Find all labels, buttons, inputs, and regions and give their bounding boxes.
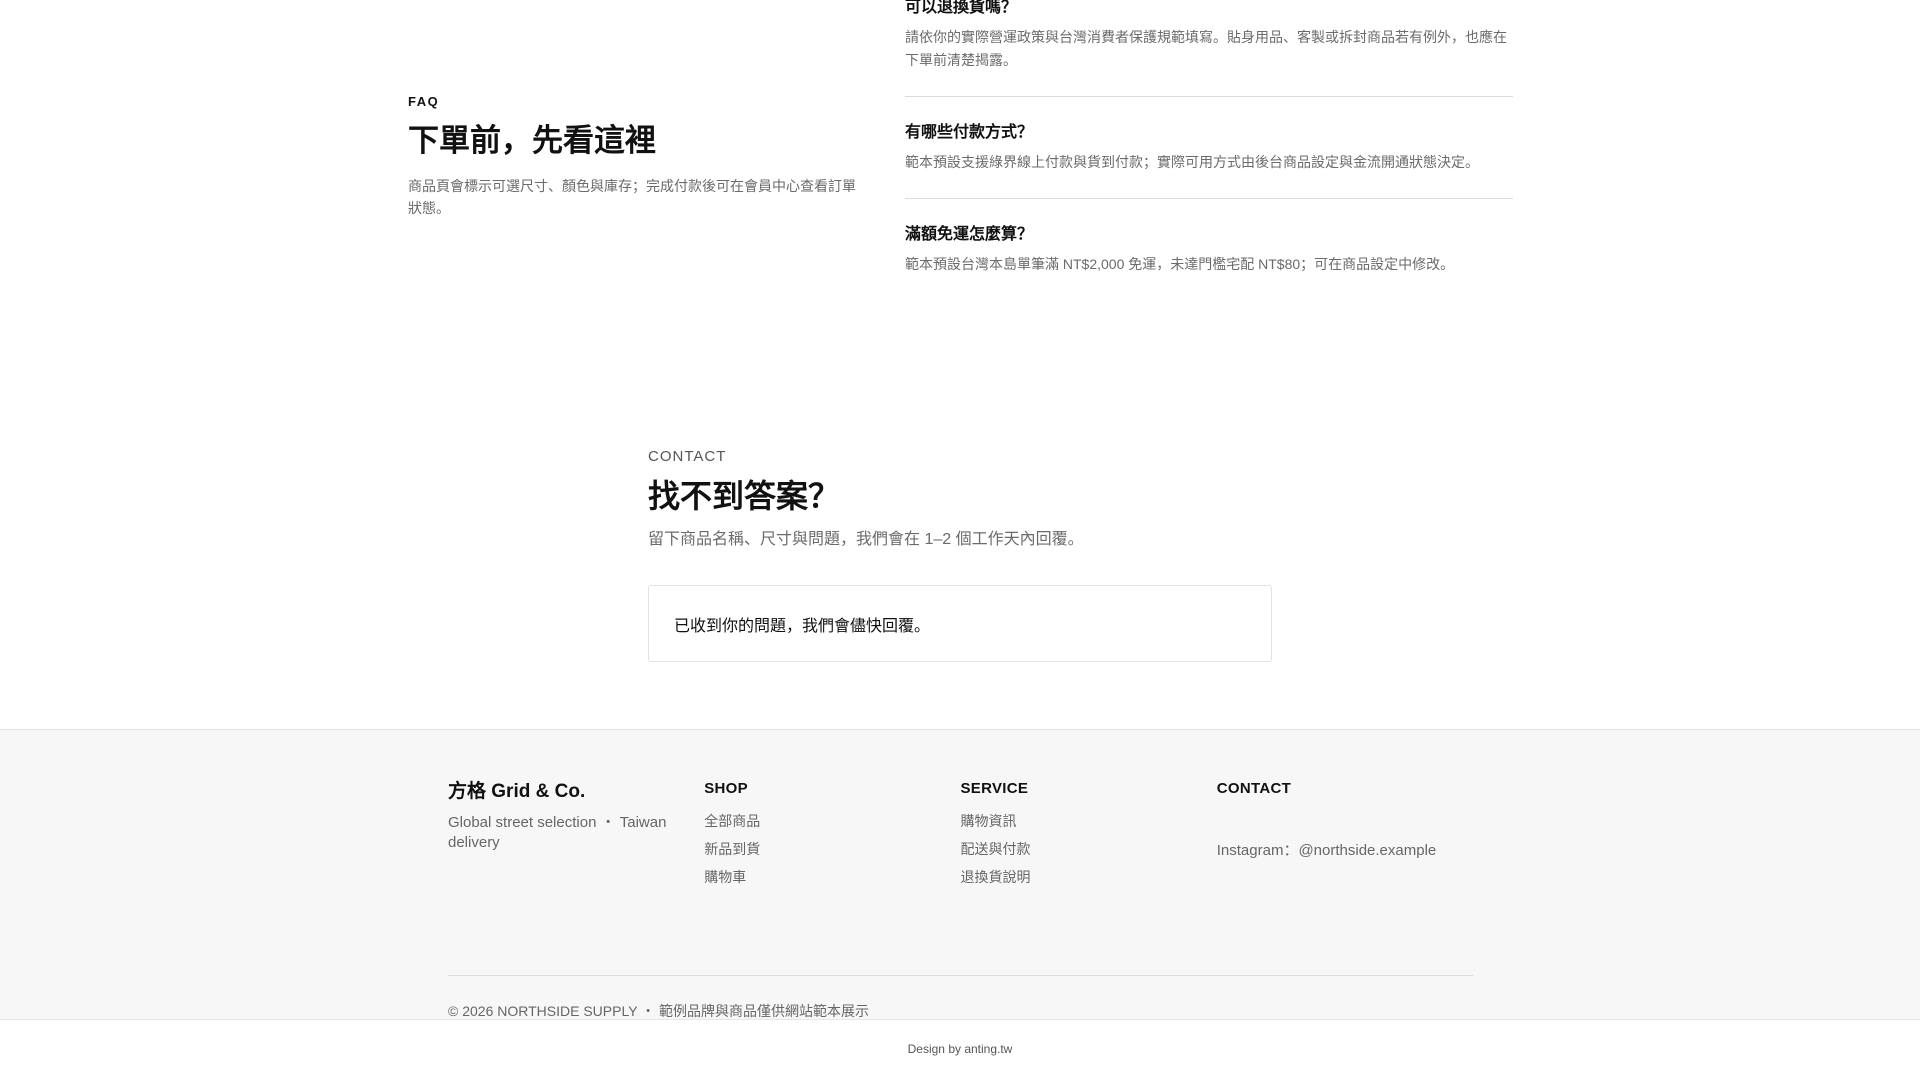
faq-list: 可以退換貨嗎？ 請依你的實際營運政策與台灣消費者保護規範填寫。貼身用品、客製或拆… — [905, 0, 1513, 324]
footer-shop-title: SHOP — [704, 780, 748, 797]
faq-eyebrow: FAQ — [408, 94, 440, 109]
footer-inner: 方格 Grid & Co. Global street selection ・ … — [448, 779, 1473, 1019]
site-footer: 方格 Grid & Co. Global street selection ・ … — [0, 729, 1920, 1019]
faq-item[interactable]: 滿額免運怎麼算？ 範本預設台灣本島單筆滿 NT$2,000 免運，未達門檻宅配 … — [905, 223, 1513, 300]
faq-answer: 範本預設支援綠界線上付款與貨到付款；實際可用方式由後台商品設定與金流開通狀態決定… — [905, 154, 1479, 170]
contact-section: CONTACT 找不到答案？ 留下商品名稱、尺寸與問題，我們會在 1–2 個工作… — [648, 448, 1272, 662]
contact-title: 找不到答案？ — [648, 478, 841, 514]
footer-copyright: © 2026 NORTHSIDE SUPPLY ・ 範例品牌與商品僅供網站範本展… — [448, 1003, 870, 1019]
footer-link-shopping-info[interactable]: 購物資訊 — [961, 811, 1217, 831]
credit-bar: Design by anting.tw — [0, 1019, 1920, 1080]
faq-answer: 範本預設台灣本島單筆滿 NT$2,000 免運，未達門檻宅配 NT$80；可在商… — [905, 256, 1455, 272]
faq-question: 滿額免運怎麼算？ — [905, 226, 1034, 243]
faq-question: 有哪些付款方式？ — [905, 124, 1034, 141]
footer-service-column: SERVICE 購物資訊 配送與付款 退換貨說明 — [961, 779, 1217, 895]
contact-description: 留下商品名稱、尺寸與問題，我們會在 1–2 個工作天內回覆。 — [648, 531, 1084, 548]
footer-contact-column: CONTACT Instagram：@northside.example — [1217, 779, 1473, 895]
faq-intro: FAQ 下單前，先看這裡 商品頁會標示可選尺寸、顏色與庫存；完成付款後可在會員中… — [408, 94, 864, 219]
footer-link-all-products[interactable]: 全部商品 — [704, 811, 960, 831]
design-credit-link[interactable]: Design by anting.tw — [0, 1042, 1920, 1056]
footer-brand: 方格 Grid & Co. Global street selection ・ … — [448, 779, 704, 895]
faq-section: FAQ 下單前，先看這裡 商品頁會標示可選尺寸、顏色與庫存；完成付款後可在會員中… — [0, 0, 1920, 420]
faq-description: 商品頁會標示可選尺寸、顏色與庫存；完成付款後可在會員中心查看訂單狀態。 — [408, 178, 856, 216]
faq-question: 可以退換貨嗎？ — [905, 0, 1018, 16]
footer-columns: 方格 Grid & Co. Global street selection ・ … — [448, 779, 1473, 895]
footer-service-links: 購物資訊 配送與付款 退換貨說明 — [961, 811, 1217, 887]
footer-shop-column: SHOP 全部商品 新品到貨 購物車 — [704, 779, 960, 895]
faq-answer: 請依你的實際營運政策與台灣消費者保護規範填寫。貼身用品、客製或拆封商品若有例外，… — [905, 29, 1507, 68]
footer-contact-title: CONTACT — [1216, 780, 1292, 797]
contact-eyebrow: CONTACT — [648, 448, 727, 465]
faq-title: 下單前，先看這裡 — [408, 123, 656, 158]
footer-instagram-link[interactable]: Instagram：@northside.example — [1217, 839, 1473, 860]
faq-item[interactable]: 可以退換貨嗎？ 請依你的實際營運政策與台灣消費者保護規範填寫。貼身用品、客製或拆… — [905, 0, 1513, 97]
footer-link-cart[interactable]: 購物車 — [704, 867, 960, 887]
faq-item[interactable]: 有哪些付款方式？ 範本預設支援綠界線上付款與貨到付款；實際可用方式由後台商品設定… — [905, 121, 1513, 199]
footer-shop-links: 全部商品 新品到貨 購物車 — [704, 811, 960, 887]
footer-link-new-arrivals[interactable]: 新品到貨 — [704, 839, 960, 859]
brand-tagline: Global street selection ・ Taiwan deliver… — [448, 814, 667, 851]
footer-divider — [448, 975, 1473, 976]
contact-success-message: 已收到你的問題，我們會儘快回覆。 — [648, 585, 1272, 662]
footer-link-returns[interactable]: 退換貨說明 — [961, 867, 1217, 887]
footer-link-shipping-payment[interactable]: 配送與付款 — [961, 839, 1217, 859]
footer-service-title: SERVICE — [960, 780, 1029, 797]
brand-name[interactable]: 方格 Grid & Co. — [448, 779, 704, 805]
